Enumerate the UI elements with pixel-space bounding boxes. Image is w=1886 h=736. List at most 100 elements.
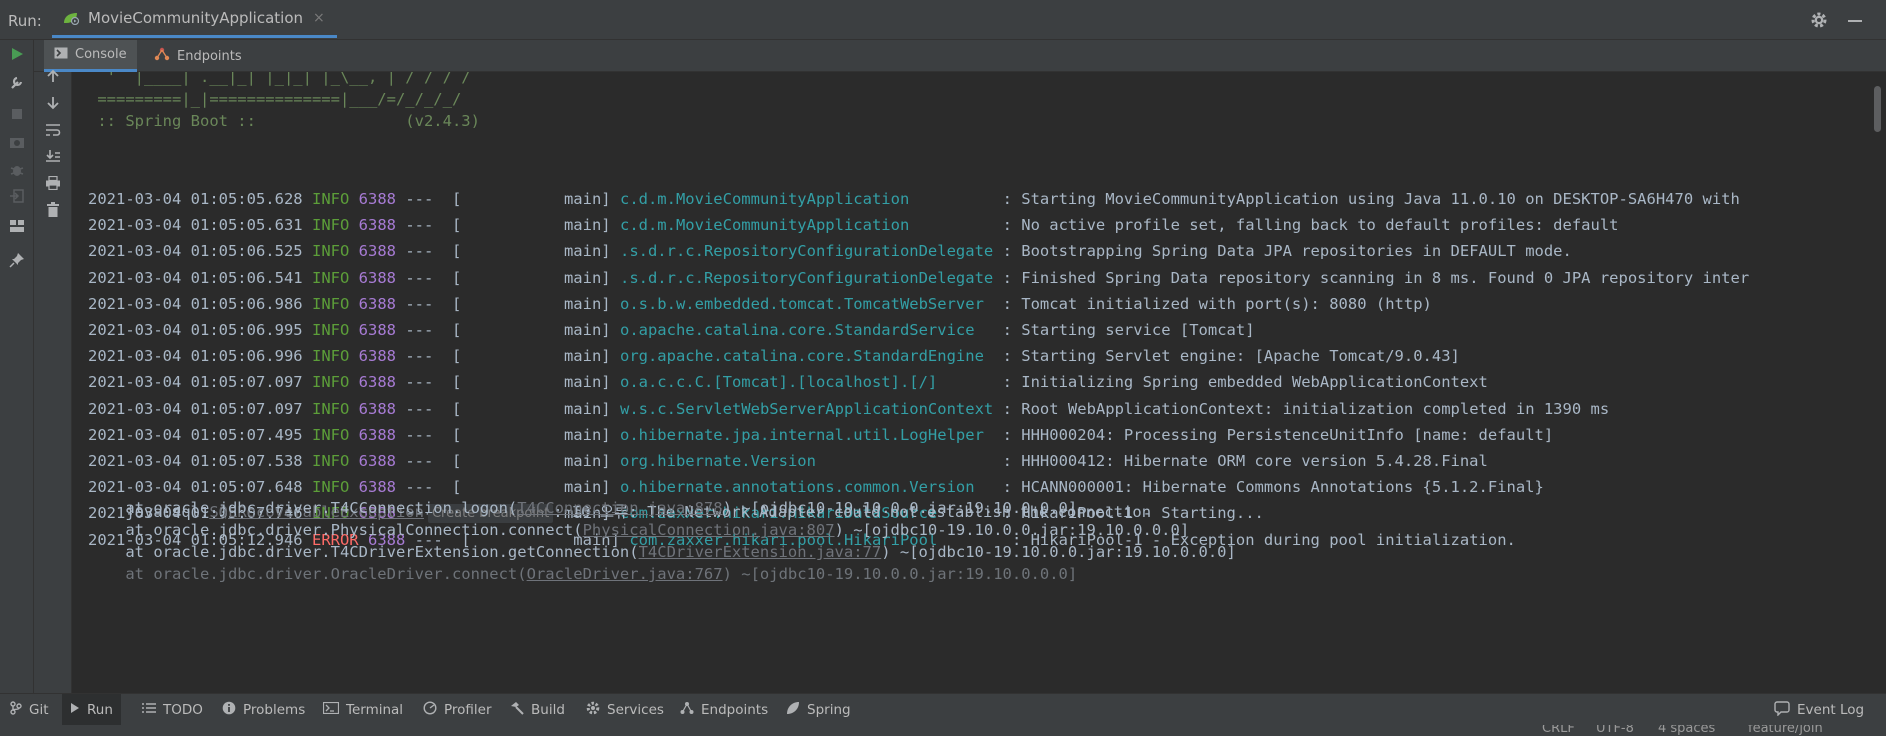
log-space (611, 216, 620, 234)
stack-frame-jar: ) ~[ojdbc10-19.10.0.0.jar:19.10.0.0.0] (881, 543, 1236, 561)
log-line: 2021-03-04 01:05:07.097 INFO 6388 --- [ … (88, 396, 1609, 422)
bug-icon[interactable] (7, 160, 27, 180)
log-level: INFO (311, 242, 350, 261)
log-space (303, 242, 312, 260)
log-space (611, 426, 620, 444)
stack-frame-link[interactable]: PhysicalConnection.java:807 (583, 521, 835, 539)
log-space (396, 295, 405, 313)
log-line: 2021-03-04 01:05:06.541 INFO 6388 --- [ … (88, 265, 1749, 291)
tool-build[interactable]: Build (502, 694, 573, 726)
status-encoding[interactable]: UTF-8 (1596, 725, 1634, 736)
log-date: 2021-03-04 01:05:06.995 (88, 321, 303, 339)
log-space (396, 373, 405, 391)
endpoints-icon (154, 47, 170, 65)
stack-frame-link[interactable]: T4CConnection.java:878 (517, 499, 722, 517)
run-config-tab[interactable]: MovieCommunityApplication × (52, 0, 337, 38)
tool-event-log[interactable]: Event Log (1766, 694, 1872, 726)
tool-spring[interactable]: Spring (778, 694, 859, 726)
arrow-up-icon[interactable] (43, 66, 63, 86)
log-message: : Initializing Spring embedded WebApplic… (1002, 373, 1488, 392)
status-line-separator[interactable]: CRLF (1542, 725, 1575, 736)
stack-frame-link[interactable]: OracleDriver.java:767 (527, 565, 723, 583)
log-logger[interactable]: org.apache.catalina.core.StandardEngine (620, 347, 984, 365)
log-logger[interactable]: w.s.c.ServletWebServerApplicationContext (620, 400, 993, 418)
log-space (349, 426, 358, 444)
wrench-icon[interactable] (7, 72, 27, 92)
log-pid: 6388 (358, 425, 396, 444)
tool-profiler[interactable]: Profiler (415, 694, 500, 726)
log-date: 2021-03-04 01:05:05.628 (88, 190, 303, 208)
tab-endpoints[interactable]: Endpoints (144, 40, 252, 72)
log-space (611, 190, 620, 208)
log-pad (993, 242, 1002, 260)
sub-tab-row: Console Endpoints (34, 40, 1886, 72)
stop-icon[interactable] (7, 104, 27, 124)
tool-run-label: Run (87, 702, 113, 718)
stack-frame-link[interactable]: T4CDriverExtension.java:77 (639, 543, 882, 561)
log-date: 2021-03-04 01:05:05.631 (88, 216, 303, 235)
log-logger[interactable]: o.apache.catalina.core.StandardService (620, 321, 975, 339)
stack-frame-method: at oracle.jdbc.driver.PhysicalConnection… (88, 521, 583, 539)
log-space (396, 452, 405, 470)
log-date: 2021-03-04 01:05:06.525 (88, 242, 303, 261)
log-space (303, 269, 312, 287)
run-icon[interactable] (7, 44, 27, 64)
log-logger[interactable]: o.a.c.c.C.[Tomcat].[localhost].[/] (620, 373, 937, 391)
log-space (611, 373, 620, 391)
log-logger[interactable]: c.d.m.MovieCommunityApplication (620, 190, 909, 208)
tool-endpoints[interactable]: Endpoints (672, 694, 776, 726)
log-message: : Bootstrapping Spring Data JPA reposito… (1002, 242, 1572, 261)
pin-icon[interactable] (7, 250, 27, 270)
gear-icon[interactable] (1808, 9, 1830, 31)
layout-icon[interactable] (7, 216, 27, 236)
vertical-scrollbar[interactable] (1868, 72, 1886, 693)
log-date: 2021-03-04 01:05:07.538 (88, 452, 303, 470)
status-indent[interactable]: 4 spaces (1658, 725, 1715, 736)
log-line: 2021-03-04 01:05:07.538 INFO 6388 --- [ … (88, 448, 1488, 474)
log-space (611, 295, 620, 313)
log-space (349, 242, 358, 260)
log-pad (984, 347, 1003, 365)
services-icon (586, 701, 600, 719)
scroll-to-end-icon[interactable] (43, 146, 63, 166)
log-pid: 6388 (358, 399, 396, 418)
camera-icon[interactable] (7, 132, 27, 152)
tool-git[interactable]: Git (2, 694, 57, 726)
log-pid: 6388 (358, 452, 396, 470)
log-space (349, 400, 358, 418)
tool-todo[interactable]: TODO (134, 694, 211, 726)
log-date: 2021-03-04 01:05:06.996 (88, 347, 303, 366)
status-git-branch[interactable]: feature/join (1748, 725, 1823, 736)
status-bar: CRLF UTF-8 4 spaces feature/join (0, 725, 1886, 736)
log-level: INFO (311, 425, 350, 444)
log-message: : Root WebApplicationContext: initializa… (1002, 399, 1610, 418)
soft-wrap-icon[interactable] (43, 120, 63, 140)
log-line: 2021-03-04 01:05:07.495 INFO 6388 --- [ … (88, 422, 1553, 448)
arrow-down-icon[interactable] (43, 93, 63, 113)
log-logger[interactable]: c.d.m.MovieCommunityApplication (620, 216, 909, 234)
log-logger[interactable]: .s.d.r.c.RepositoryConfigurationDelegate (620, 269, 993, 287)
print-icon[interactable] (43, 173, 63, 193)
run-tool-window-header: Run: MovieCommunityApplication × (0, 0, 1886, 40)
log-message: : HHH000204: Processing PersistenceUnitI… (1002, 425, 1554, 444)
trash-icon[interactable] (43, 200, 63, 220)
tool-terminal-label: Terminal (346, 702, 404, 718)
login-icon[interactable] (7, 186, 27, 206)
log-space (303, 321, 312, 339)
log-logger[interactable]: org.hibernate.Version (620, 452, 816, 470)
tool-services[interactable]: Services (578, 694, 672, 726)
log-level: INFO (311, 216, 350, 235)
close-icon[interactable]: × (313, 10, 325, 26)
console-output[interactable]: ' |____| .__|_| |_|_| |_\__, | / / / / =… (72, 72, 1868, 693)
tool-run[interactable]: Run (62, 694, 121, 726)
tool-terminal[interactable]: Terminal (315, 694, 411, 726)
scrollbar-thumb[interactable] (1874, 86, 1881, 132)
log-logger[interactable]: .s.d.r.c.RepositoryConfigurationDelegate (620, 242, 993, 260)
tool-profiler-label: Profiler (444, 702, 492, 718)
log-logger[interactable]: o.hibernate.jpa.internal.util.LogHelper (620, 426, 984, 444)
tool-problems[interactable]: Problems (214, 694, 313, 726)
info-icon (222, 701, 236, 719)
log-pad (975, 321, 1003, 339)
minimize-icon[interactable] (1844, 9, 1866, 31)
log-logger[interactable]: o.s.b.w.embedded.tomcat.TomcatWebServer (620, 295, 984, 313)
